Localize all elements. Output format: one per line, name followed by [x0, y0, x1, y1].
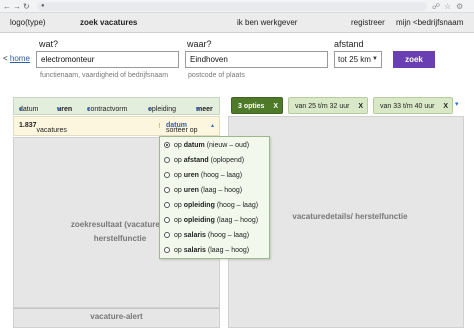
sort-option-uren-desc[interactable]: op uren (hoog – laag): [164, 172, 242, 179]
sort-option-afstand[interactable]: op afstand (oplopend): [164, 157, 244, 164]
sort-option-salaris-asc[interactable]: op salaris (laag – hoog): [164, 247, 249, 254]
extensions-icon[interactable]: ⚙: [456, 1, 463, 12]
filter-bar: datum ▾ uren ▾ contractvorm ▾ opleiding ▾ me…: [13, 97, 220, 115]
home-link[interactable]: home: [10, 54, 30, 63]
radio-icon[interactable]: [164, 157, 170, 163]
info-icon[interactable]: !: [155, 122, 164, 131]
address-bar[interactable]: ●: [37, 2, 427, 11]
chevron-down-icon: ▾: [196, 107, 200, 113]
browser-toolbar: ← → ↻ ● ☍ ☆ ⚙: [0, 0, 474, 13]
waar-hint: postcode of plaats: [188, 72, 245, 79]
zoek-button[interactable]: zoek: [393, 51, 435, 68]
radio-icon[interactable]: [164, 187, 170, 193]
sort-dropdown: op datum (nieuw – oud) op afstand (oplop…: [159, 136, 270, 259]
sort-control[interactable]: sorteer op datum: [166, 122, 198, 134]
back-link[interactable]: < home: [3, 54, 30, 63]
close-icon[interactable]: X: [273, 98, 278, 115]
details-placeholder: vacaturedetails/ herstelfunctie: [292, 212, 408, 221]
results-count: 1.837 vacatures: [19, 122, 67, 134]
opties-chip[interactable]: 3 opties X: [231, 97, 283, 114]
chevron-down-icon[interactable]: ▾: [455, 100, 459, 108]
wat-label: wat?: [39, 39, 59, 49]
lock-icon: ●: [41, 3, 45, 9]
sort-option-datum[interactable]: op datum (nieuw – oud): [164, 142, 249, 149]
chevron-down-icon: ▾: [148, 107, 152, 113]
wat-input[interactable]: [36, 51, 179, 68]
forward-arrow-icon[interactable]: →: [13, 1, 21, 12]
radio-icon[interactable]: [164, 172, 170, 178]
sort-option-opleiding-asc[interactable]: op opleiding (laag – hoog): [164, 217, 258, 224]
share-icon[interactable]: ☍: [432, 1, 440, 12]
radio-icon[interactable]: [164, 202, 170, 208]
nav-zoek-vacatures[interactable]: zoek vacatures: [80, 18, 137, 27]
afstand-select[interactable]: tot 25 km ▼: [334, 51, 382, 68]
wat-hint: functienaam, vaardigheid of bedrijfsnaam: [40, 72, 169, 79]
chevron-down-icon: ▾: [87, 107, 91, 113]
sort-option-salaris-desc[interactable]: op salaris (hoog – laag): [164, 232, 249, 239]
radio-selected-icon[interactable]: [164, 142, 170, 148]
afstand-label: afstand: [334, 39, 364, 49]
waar-input[interactable]: [185, 51, 328, 68]
waar-label: waar?: [187, 39, 212, 49]
radio-icon[interactable]: [164, 247, 170, 253]
chevron-up-icon[interactable]: ▴: [211, 122, 214, 129]
back-chevron: <: [3, 54, 8, 63]
nav-mijn-bedrijfsnaam[interactable]: mijn <bedrijfsnaam: [396, 18, 463, 27]
nav-registreer[interactable]: registreer: [351, 18, 385, 27]
radio-icon[interactable]: [164, 232, 170, 238]
afstand-value: tot 25 km: [338, 55, 371, 64]
nav-ik-ben-werkgever[interactable]: ik ben werkgever: [237, 18, 297, 27]
filter-chip-33-40[interactable]: van 33 t/m 40 uur X: [373, 97, 453, 114]
chevron-down-icon: ▾: [57, 107, 61, 113]
reload-icon[interactable]: ↻: [23, 1, 30, 12]
vacature-alert-label: vacature-alert: [90, 312, 143, 321]
chevron-down-icon: ▾: [19, 107, 23, 113]
chevron-down-icon: ▼: [372, 56, 378, 62]
back-arrow-icon[interactable]: ←: [3, 1, 11, 12]
radio-icon[interactable]: [164, 217, 170, 223]
results-count-bar: 1.837 vacatures ! sorteer op datum ▴: [13, 116, 220, 136]
close-icon[interactable]: X: [443, 98, 448, 115]
logo[interactable]: logo(type): [10, 18, 46, 27]
sort-option-uren-asc[interactable]: op uren (laag – hoog): [164, 187, 242, 194]
filter-chip-25-32[interactable]: van 25 t/m 32 uur X: [288, 97, 368, 114]
close-icon[interactable]: X: [358, 98, 363, 115]
sort-option-opleiding-desc[interactable]: op opleiding (hoog – laag): [164, 202, 258, 209]
site-header: logo(type) zoek vacatures ik ben werkgev…: [0, 13, 474, 33]
star-icon[interactable]: ☆: [444, 1, 451, 12]
